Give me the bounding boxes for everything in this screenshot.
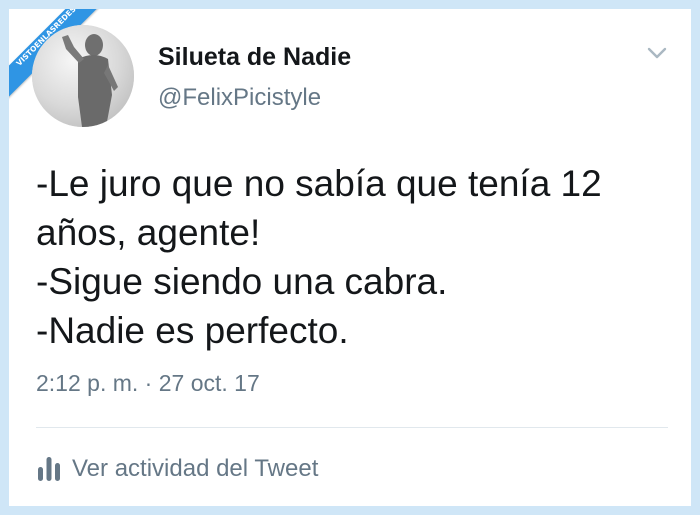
tweet-text-line: -Le juro que no sabía que tenía 12	[36, 163, 602, 204]
view-activity-label: Ver actividad del Tweet	[72, 455, 319, 482]
tweet-text-line: -Sigue siendo una cabra.	[36, 261, 448, 302]
tweet-card: VISTOENLASREDES .com Silueta de Nadie @F…	[9, 9, 691, 506]
view-activity-link[interactable]: Ver actividad del Tweet	[36, 452, 318, 486]
author-handle[interactable]: @FelixPicistyle	[158, 84, 321, 112]
tweet-text-line: años, agente!	[36, 212, 261, 253]
avatar[interactable]	[32, 25, 134, 127]
divider	[36, 427, 668, 428]
bar-chart-icon	[36, 455, 62, 483]
tweet-timestamp[interactable]: 2:12 p. m. · 27 oct. 17	[36, 370, 260, 397]
author-display-name[interactable]: Silueta de Nadie	[158, 43, 351, 72]
avatar-silhouette-image	[32, 25, 134, 127]
tweet-text-line: -Nadie es perfecto.	[36, 310, 349, 351]
chevron-down-icon[interactable]	[645, 43, 669, 63]
tweet-text: -Le juro que no sabía que tenía 12 años,…	[36, 159, 676, 355]
